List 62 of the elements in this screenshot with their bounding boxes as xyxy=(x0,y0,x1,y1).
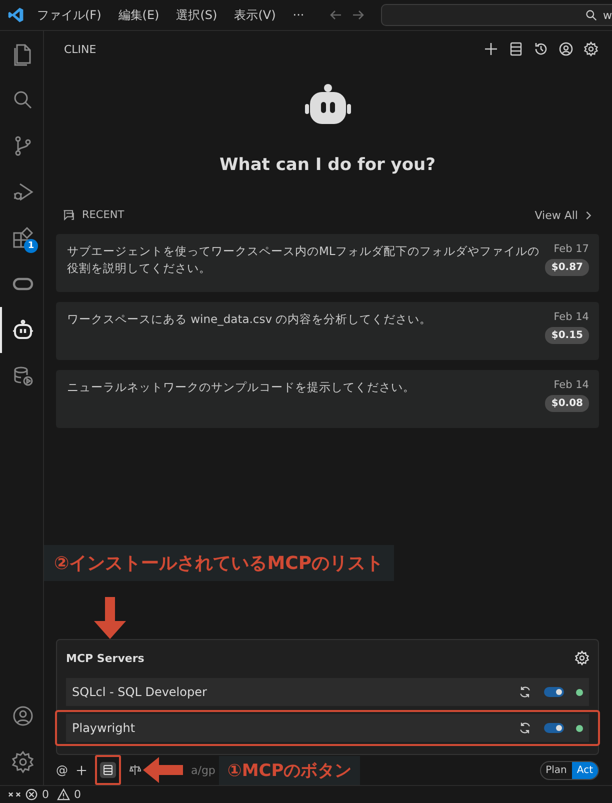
server-row[interactable]: SQLcl - SQL Developer xyxy=(66,678,589,706)
task-text: サブエージェントを使ってワークスペース内のMLフォルダ配下のフォルダやファイルの役割を説明してください。 xyxy=(67,243,540,277)
plus-icon[interactable] xyxy=(483,41,499,57)
menu-item[interactable]: 編集(E) xyxy=(118,6,160,24)
mention-button[interactable]: @ xyxy=(56,763,68,777)
cost-badge: $0.87 xyxy=(545,259,589,276)
menu-item[interactable]: ··· xyxy=(292,8,304,22)
refresh-icon[interactable] xyxy=(518,685,532,699)
activity-bar-item[interactable]: 1 xyxy=(0,215,43,261)
search-icon xyxy=(585,9,597,21)
menu-item[interactable]: ファイル(F) xyxy=(37,6,102,24)
account-icon[interactable] xyxy=(558,41,574,57)
robot-icon xyxy=(10,318,34,342)
vscode-logo-icon xyxy=(7,6,25,24)
warning-count[interactable]: 0 xyxy=(74,788,81,801)
plus-icon[interactable] xyxy=(76,764,87,776)
back-arrow-icon[interactable] xyxy=(329,8,344,22)
recent-task-card[interactable]: サブエージェントを使ってワークスペース内のMLフォルダ配下のフォルダやファイルの役割を説明してください。 Feb 17 $0.87 xyxy=(56,234,599,292)
task-date: Feb 14 xyxy=(554,311,589,323)
server-icon[interactable] xyxy=(508,41,524,57)
error-icon[interactable] xyxy=(25,788,38,801)
forward-arrow-icon[interactable] xyxy=(351,8,366,22)
mcp-server-button[interactable] xyxy=(100,762,116,778)
toggle-switch[interactable] xyxy=(544,723,564,733)
task-text: ニューラルネットワークのサンプルコードを提示してください。 xyxy=(67,379,416,396)
error-count[interactable]: 0 xyxy=(42,788,49,801)
menu-item[interactable]: 表示(V) xyxy=(234,6,276,24)
notification-badge: 1 xyxy=(24,239,38,253)
welcome-heading: What can I do for you? xyxy=(219,155,436,175)
history-icon[interactable] xyxy=(533,41,549,57)
account-icon[interactable] xyxy=(10,704,34,728)
settings-icon[interactable] xyxy=(583,41,599,57)
recent-task-card[interactable]: ワークスペースにある wine_data.csv の内容を分析してください。 Feb 14 $0.15 xyxy=(56,302,599,360)
search-field[interactable]: w xyxy=(381,4,612,26)
mode-option[interactable]: Act xyxy=(572,762,598,778)
panel-title: CLINE xyxy=(64,42,96,56)
task-date: Feb 14 xyxy=(554,379,589,391)
server-name: Playwright xyxy=(72,721,136,735)
server-name: SQLcl - SQL Developer xyxy=(72,685,208,699)
toggle-switch[interactable] xyxy=(544,687,564,697)
model-name[interactable]: a/gp xyxy=(191,764,216,776)
refresh-icon[interactable] xyxy=(518,721,532,735)
server-row[interactable]: Playwright xyxy=(66,714,589,742)
section-label: RECENT xyxy=(82,209,126,221)
view-all-link[interactable]: View All xyxy=(534,208,578,222)
chevron-right-icon[interactable] xyxy=(584,210,593,220)
annotation-label: ①MCPのボタン xyxy=(219,756,360,784)
cost-badge: $0.08 xyxy=(545,395,589,412)
cost-badge: $0.15 xyxy=(545,327,589,344)
blocks-icon xyxy=(10,226,34,250)
down-arrow xyxy=(93,597,127,639)
settings-icon[interactable] xyxy=(10,750,34,774)
left-arrow xyxy=(143,757,183,783)
recent-task-card[interactable]: ニューラルネットワークのサンプルコードを提示してください。 Feb 14 $0.08 xyxy=(56,370,599,428)
panel-heading: MCP Servers xyxy=(66,652,144,664)
menu-item[interactable]: 選択(S) xyxy=(176,6,218,24)
mode-option[interactable]: Plan xyxy=(540,762,572,778)
chat-history-icon xyxy=(62,208,76,222)
annotation-label: ②インストールされているMCPのリスト xyxy=(44,545,394,581)
task-text: ワークスペースにある wine_data.csv の内容を分析してください。 xyxy=(67,311,433,328)
warning-icon[interactable] xyxy=(57,788,70,801)
task-date: Feb 17 xyxy=(554,243,589,255)
